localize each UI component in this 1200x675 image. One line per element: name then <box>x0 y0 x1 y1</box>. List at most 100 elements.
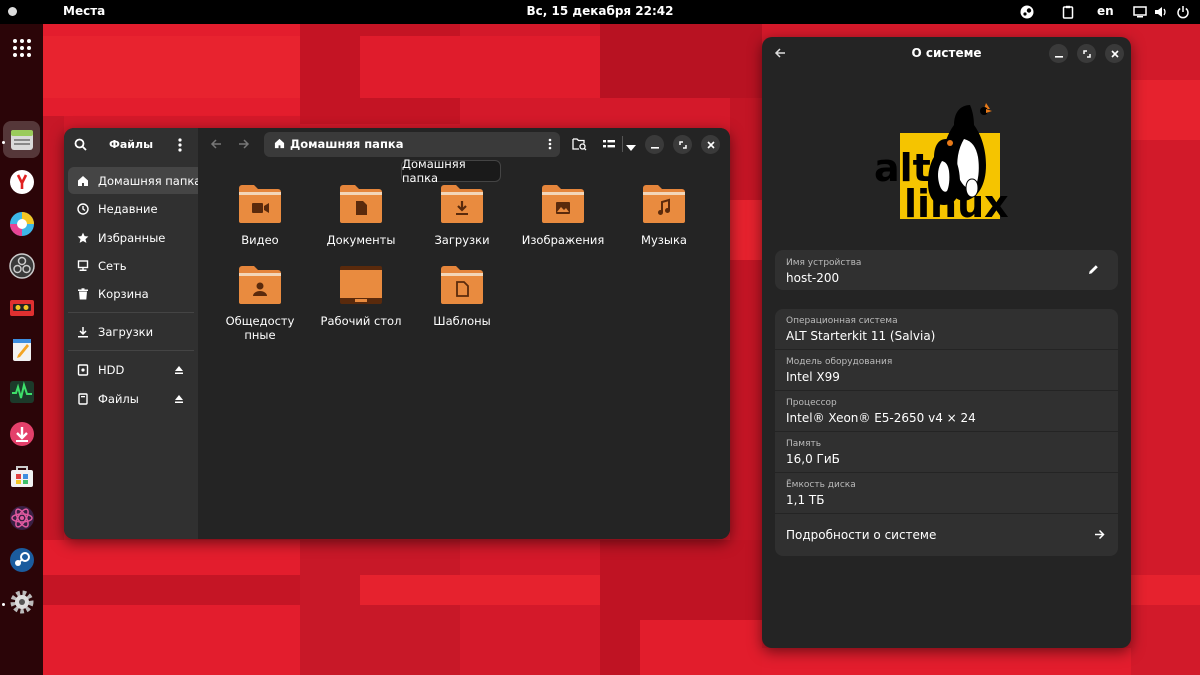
sidebar-item-label: Домашняя папка <box>98 173 202 188</box>
screen-icon[interactable] <box>1132 4 1148 20</box>
sidebar-separator <box>68 350 194 351</box>
system-monitor-icon[interactable] <box>6 376 38 408</box>
alt-linux-logo: alt linux <box>874 99 1020 226</box>
path-menu-icon[interactable] <box>548 138 552 151</box>
wallpaper-block <box>1131 80 1200 140</box>
software-center-icon[interactable] <box>6 460 38 492</box>
sidebar-item-files-volume[interactable]: Файлы <box>68 385 194 412</box>
folder-documents[interactable]: Документы <box>316 184 406 247</box>
info-key: Операционная система <box>786 316 898 326</box>
folder-music[interactable]: Музыка <box>619 184 709 247</box>
close-button[interactable] <box>701 135 720 154</box>
files-icon[interactable] <box>6 124 38 156</box>
folder-label: Музыка <box>641 233 687 247</box>
places-menu[interactable]: Места <box>63 4 105 18</box>
toolbar-divider <box>622 136 623 152</box>
trash-icon <box>76 287 90 301</box>
folder-video[interactable]: Видео <box>215 184 305 247</box>
running-indicator <box>2 603 5 606</box>
drive-icon <box>76 363 90 377</box>
text-editor-icon[interactable] <box>6 334 38 366</box>
dock <box>0 24 43 675</box>
folder-desktop[interactable]: Рабочий стол <box>316 265 406 328</box>
sidebar-item-label: Сеть <box>98 258 127 273</box>
yandex-browser-icon[interactable] <box>6 166 38 198</box>
menu-kebab-icon[interactable] <box>178 138 184 152</box>
info-value: Intel X99 <box>786 370 840 384</box>
folder-templates[interactable]: Шаблоны <box>417 265 507 328</box>
about-title: О системе <box>911 46 982 60</box>
documents-folder-icon <box>339 184 383 224</box>
folder-label: Рабочий стол <box>320 314 402 328</box>
folder-pictures[interactable]: Изображения <box>518 184 608 247</box>
keyboard-layout[interactable]: en <box>1097 4 1114 18</box>
sidebar-item-label: Избранные <box>98 230 166 245</box>
sidebar-separator <box>68 312 194 313</box>
edit-pencil-icon[interactable] <box>1088 264 1100 276</box>
info-row-disk: Ёмкость диска 1,1 ТБ <box>775 473 1118 514</box>
files-sidebar: Файлы Домашняя папка Недавние Избранные … <box>64 128 222 539</box>
star-icon <box>76 231 90 245</box>
eject-icon[interactable] <box>173 393 185 405</box>
maximize-button[interactable] <box>1077 44 1096 63</box>
forward-arrow-icon[interactable] <box>238 138 252 152</box>
info-row-hardware: Модель оборудования Intel X99 <box>775 350 1118 391</box>
wallpaper-block <box>1131 575 1200 605</box>
atom-icon[interactable] <box>6 502 38 534</box>
wallpaper-block <box>43 116 64 540</box>
view-options-dropdown-icon[interactable] <box>626 140 636 151</box>
info-value: 16,0 ГиБ <box>786 452 840 466</box>
downloader-icon[interactable] <box>6 418 38 450</box>
folder-downloads[interactable]: Загрузки <box>417 184 507 247</box>
downloads-folder-icon <box>440 184 484 224</box>
maximize-button[interactable] <box>673 135 692 154</box>
clock-label[interactable]: Вс, 15 декабря 22:42 <box>527 4 674 18</box>
sidebar-item-label: Недавние <box>98 201 158 216</box>
home-icon <box>274 138 286 150</box>
clipboard-icon[interactable] <box>1060 4 1076 20</box>
sidebar-item-hdd[interactable]: HDD <box>68 356 194 383</box>
info-key: Ёмкость диска <box>786 480 856 490</box>
tape-recorder-icon[interactable] <box>6 292 38 324</box>
settings-icon[interactable] <box>6 586 38 618</box>
path-label: Домашняя папка <box>290 137 404 151</box>
system-details-label: Подробности о системе <box>786 528 937 542</box>
running-indicator <box>2 141 5 144</box>
path-bar[interactable]: Домашняя папка <box>264 132 560 157</box>
info-key: Модель оборудования <box>786 357 893 367</box>
wallpaper-block <box>43 36 300 98</box>
wallpaper-block <box>43 575 300 605</box>
list-view-icon[interactable] <box>602 137 618 153</box>
steam-icon[interactable] <box>6 544 38 576</box>
eject-icon[interactable] <box>173 364 185 376</box>
obs-icon[interactable] <box>6 250 38 282</box>
device-name-card[interactable]: Имя устройства host-200 <box>775 250 1118 290</box>
close-button[interactable] <box>1105 44 1124 63</box>
folder-public[interactable]: Общедоступные <box>215 265 305 342</box>
public-folder-icon <box>238 265 282 305</box>
device-name-value: host-200 <box>786 271 840 285</box>
minimize-button[interactable] <box>645 135 664 154</box>
back-arrow-icon[interactable] <box>210 138 224 152</box>
wallpaper-block <box>762 648 1131 675</box>
apps-grid-icon[interactable] <box>6 32 38 64</box>
files-window: Файлы Домашняя папка Недавние Избранные … <box>64 128 730 539</box>
sidebar-header: Файлы <box>64 128 198 162</box>
wallpaper-block <box>600 24 762 98</box>
search-folder-icon[interactable] <box>572 137 588 153</box>
volume-icon[interactable] <box>1153 4 1169 20</box>
activities-indicator[interactable] <box>8 7 17 16</box>
download-icon <box>76 325 90 339</box>
steam-tray-icon[interactable] <box>1019 4 1035 20</box>
info-value: ALT Starterkit 11 (Salvia) <box>786 329 936 343</box>
sidebar-item-label: Корзина <box>98 286 149 301</box>
wallpaper-block <box>730 200 762 260</box>
power-icon[interactable] <box>1175 4 1191 20</box>
folder-label: Шаблоны <box>433 314 491 328</box>
info-key: Память <box>786 439 822 449</box>
system-details-row[interactable]: Подробности о системе <box>775 514 1118 556</box>
folder-label: Изображения <box>521 233 605 247</box>
paint-icon[interactable] <box>6 208 38 240</box>
minimize-button[interactable] <box>1049 44 1068 63</box>
video-folder-icon <box>238 184 282 224</box>
